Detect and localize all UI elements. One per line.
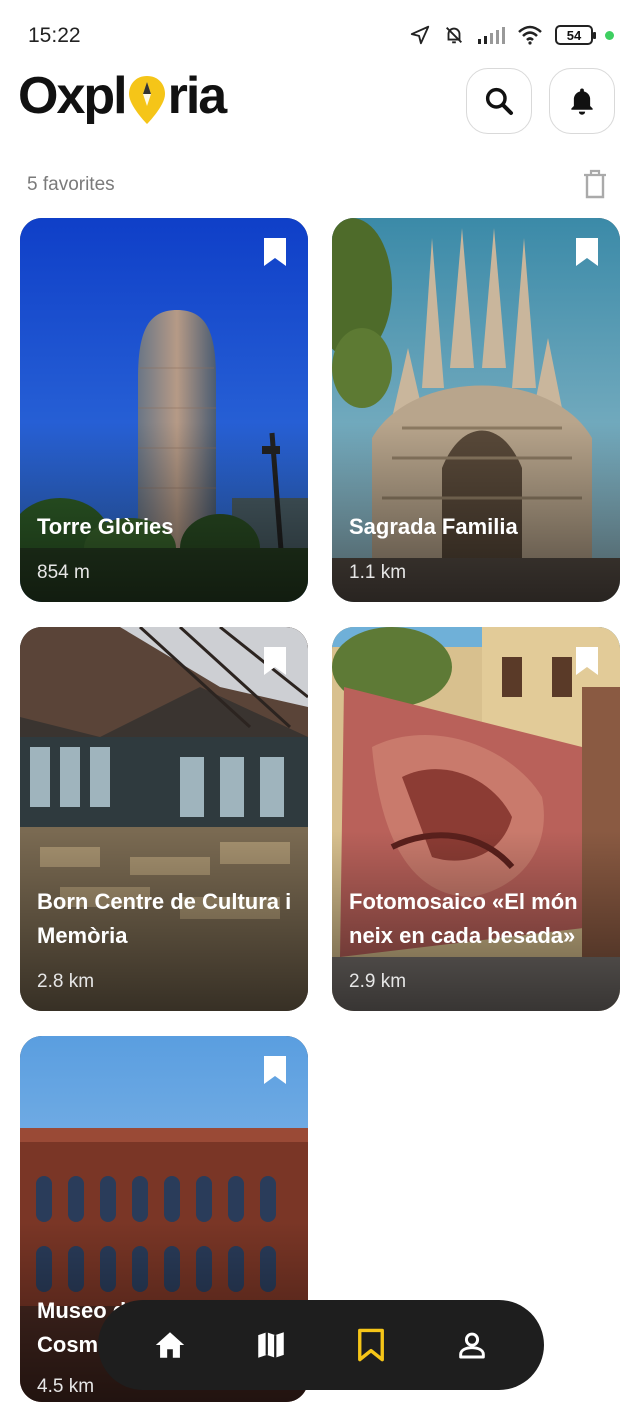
logo-text-right: ria	[167, 67, 228, 125]
search-icon	[485, 87, 513, 115]
bell-icon	[571, 88, 593, 115]
place-distance: 854 m	[37, 562, 90, 583]
trash-icon	[584, 169, 606, 199]
place-card[interactable]: Born Centre de Cultura i Memòria 2.8 km	[20, 627, 308, 1011]
privacy-dot	[605, 30, 614, 40]
place-title: Fotomosaico «El món neix en cada besada»	[349, 889, 578, 948]
home-icon	[156, 1332, 185, 1358]
status-time: 15:22	[28, 24, 81, 47]
bookmark-icon[interactable]	[262, 1054, 288, 1086]
favorites-bar: 5 favorites	[0, 166, 640, 206]
place-distance: 2.8 km	[37, 971, 95, 992]
profile-icon	[458, 1332, 485, 1359]
nav-favorites[interactable]	[341, 1315, 401, 1375]
status-icons: 54	[409, 24, 614, 46]
favorites-count: 5 favorites	[27, 174, 115, 195]
app-header: Oxpl ria	[0, 62, 640, 142]
status-bar: 15:22 54	[0, 0, 640, 70]
bookmark-icon[interactable]	[574, 236, 600, 268]
place-title: Torre Glòries	[37, 514, 174, 539]
place-title: Sagrada Familia	[349, 514, 518, 539]
notifications-button[interactable]	[549, 68, 615, 134]
bookmark-icon	[358, 1328, 385, 1362]
signal-icon	[478, 27, 505, 44]
bottom-navigation	[98, 1300, 544, 1390]
battery-indicator: 54	[555, 25, 596, 45]
place-card[interactable]: Sagrada Familia 1.1 km	[332, 218, 620, 602]
location-icon	[410, 25, 430, 45]
nav-map[interactable]	[241, 1315, 301, 1375]
bell-off-icon	[446, 27, 462, 44]
place-distance: 2.9 km	[349, 971, 407, 992]
map-pin-icon	[128, 76, 165, 124]
place-card[interactable]: Fotomosaico «El món neix en cada besada»…	[332, 627, 620, 1011]
map-icon	[258, 1332, 284, 1358]
place-distance: 1.1 km	[349, 562, 407, 583]
wifi-icon	[518, 25, 542, 45]
nav-profile[interactable]	[442, 1315, 502, 1375]
app-logo: Oxpl ria	[18, 66, 228, 126]
place-title: Born Centre de Cultura i Memòria	[37, 889, 292, 948]
logo-text-left: Oxpl	[18, 67, 128, 125]
bookmark-icon[interactable]	[574, 645, 600, 677]
bookmark-icon[interactable]	[262, 236, 288, 268]
delete-all-button[interactable]	[582, 168, 608, 205]
bookmark-icon[interactable]	[262, 645, 288, 677]
nav-home[interactable]	[140, 1315, 200, 1375]
place-card[interactable]: Torre Glòries 854 m	[20, 218, 308, 602]
battery-level: 54	[566, 27, 582, 43]
search-button[interactable]	[466, 68, 532, 134]
place-distance: 4.5 km	[37, 1376, 95, 1397]
